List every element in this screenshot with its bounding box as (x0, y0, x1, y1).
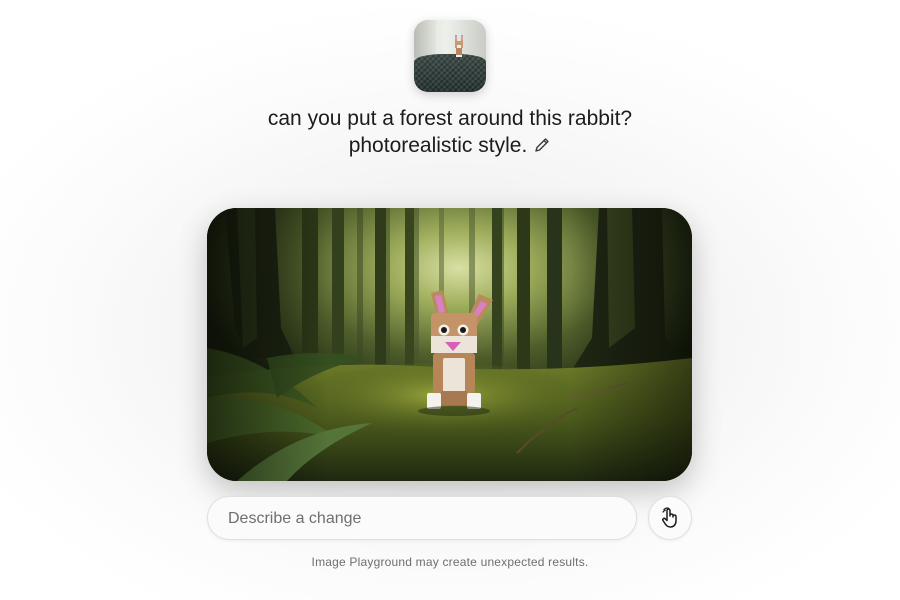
thumbnail-rabbit (455, 35, 463, 57)
generated-image[interactable] (207, 208, 692, 481)
forest-scene (207, 208, 692, 481)
pencil-icon[interactable] (533, 136, 551, 154)
prompt-line-1: can you put a forest around this rabbit? (267, 107, 633, 130)
hand-pointer-icon (662, 507, 677, 528)
image-playground-window: can you put a forest around this rabbit?… (0, 0, 900, 600)
thumbnail-sofa (414, 54, 486, 92)
describe-change-input[interactable] (226, 497, 630, 541)
disclaimer-text: Image Playground may create unexpected r… (311, 555, 589, 569)
describe-change-field[interactable] (207, 496, 637, 541)
prompt-line-2-text: photorealistic style. (348, 134, 528, 157)
hand-pointer-button[interactable] (648, 496, 692, 540)
prompt-text: can you put a forest around this rabbit?… (150, 105, 750, 159)
prompt-line-2: photorealistic style. (150, 132, 750, 159)
thumbnail-curtain (414, 20, 436, 58)
source-image-thumbnail[interactable] (414, 20, 486, 92)
